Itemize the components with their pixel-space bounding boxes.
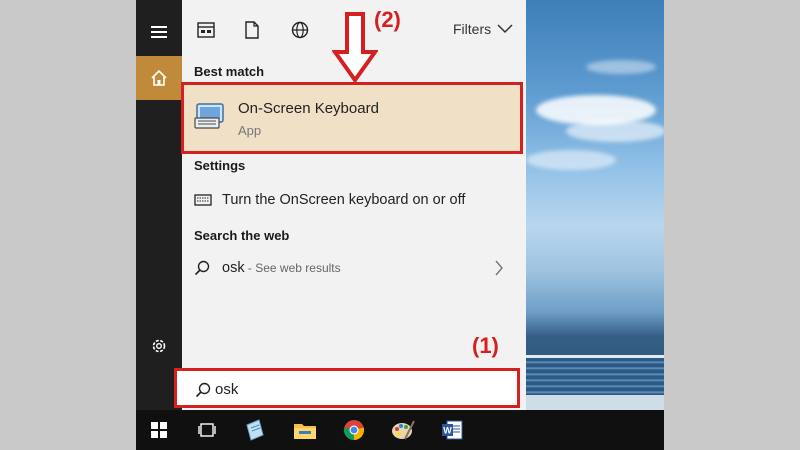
apps-filter-button[interactable] <box>194 18 218 42</box>
screen-frame: Filters Best match On-Screen Keyboard Ap… <box>136 0 664 450</box>
filters-label: Filters <box>453 21 492 37</box>
best-match-subtitle: App <box>238 123 262 138</box>
search-icon <box>194 260 210 276</box>
filters-dropdown[interactable]: Filters <box>453 21 513 37</box>
svg-text:W: W <box>443 426 452 436</box>
web-result-label: osk - See web results <box>222 260 341 276</box>
windows-icon <box>151 422 167 438</box>
gear-icon <box>152 339 166 353</box>
settings-button[interactable] <box>136 324 182 368</box>
web-filter-button[interactable] <box>288 18 312 42</box>
keyboard-app-icon <box>194 103 224 129</box>
annotation-step-2: (2) <box>374 7 401 32</box>
start-rail <box>136 0 182 410</box>
keyboard-icon <box>194 194 212 206</box>
web-result-item[interactable]: osk - See web results <box>182 254 526 282</box>
apps-icon <box>197 22 215 38</box>
web-heading: Search the web <box>194 228 290 243</box>
home-button[interactable] <box>136 56 182 100</box>
globe-icon <box>291 21 309 39</box>
hamburger-icon <box>151 26 167 38</box>
taskbar: W <box>136 410 664 450</box>
settings-heading: Settings <box>194 158 246 173</box>
paint-icon <box>392 420 415 440</box>
web-query: osk <box>222 260 245 276</box>
settings-result-item[interactable]: Turn the OnScreen keyboard on or off <box>182 186 526 214</box>
web-hint: - See web results <box>244 261 341 275</box>
taskbar-file-explorer[interactable] <box>292 417 318 443</box>
best-match-result[interactable]: On-Screen Keyboard App <box>181 82 523 154</box>
chevron-down-icon <box>497 24 513 34</box>
document-icon <box>245 21 259 39</box>
menu-button[interactable] <box>136 10 182 54</box>
task-view-button[interactable] <box>194 417 220 443</box>
search-icon <box>195 382 211 398</box>
taskbar-chrome[interactable] <box>341 417 367 443</box>
start-button[interactable] <box>146 417 172 443</box>
taskbar-paint[interactable] <box>390 417 416 443</box>
taskbar-word[interactable]: W <box>439 417 465 443</box>
task-view-icon <box>198 423 216 437</box>
down-arrow-annotation <box>332 12 378 84</box>
chevron-right-icon[interactable] <box>494 260 504 276</box>
documents-filter-button[interactable] <box>240 18 264 42</box>
word-icon: W <box>442 420 463 440</box>
search-box[interactable] <box>174 368 520 408</box>
file-explorer-icon <box>294 424 316 439</box>
settings-result-label: Turn the OnScreen keyboard on or off <box>222 192 466 208</box>
taskbar-notepad[interactable] <box>242 417 268 443</box>
search-input[interactable] <box>215 379 495 399</box>
best-match-title: On-Screen Keyboard <box>238 100 379 117</box>
chrome-icon <box>343 420 365 440</box>
home-icon <box>151 69 167 86</box>
desktop-wallpaper <box>526 0 664 410</box>
best-match-heading: Best match <box>194 64 265 79</box>
annotation-step-1: (1) <box>472 333 499 358</box>
notepad-icon <box>246 419 264 441</box>
